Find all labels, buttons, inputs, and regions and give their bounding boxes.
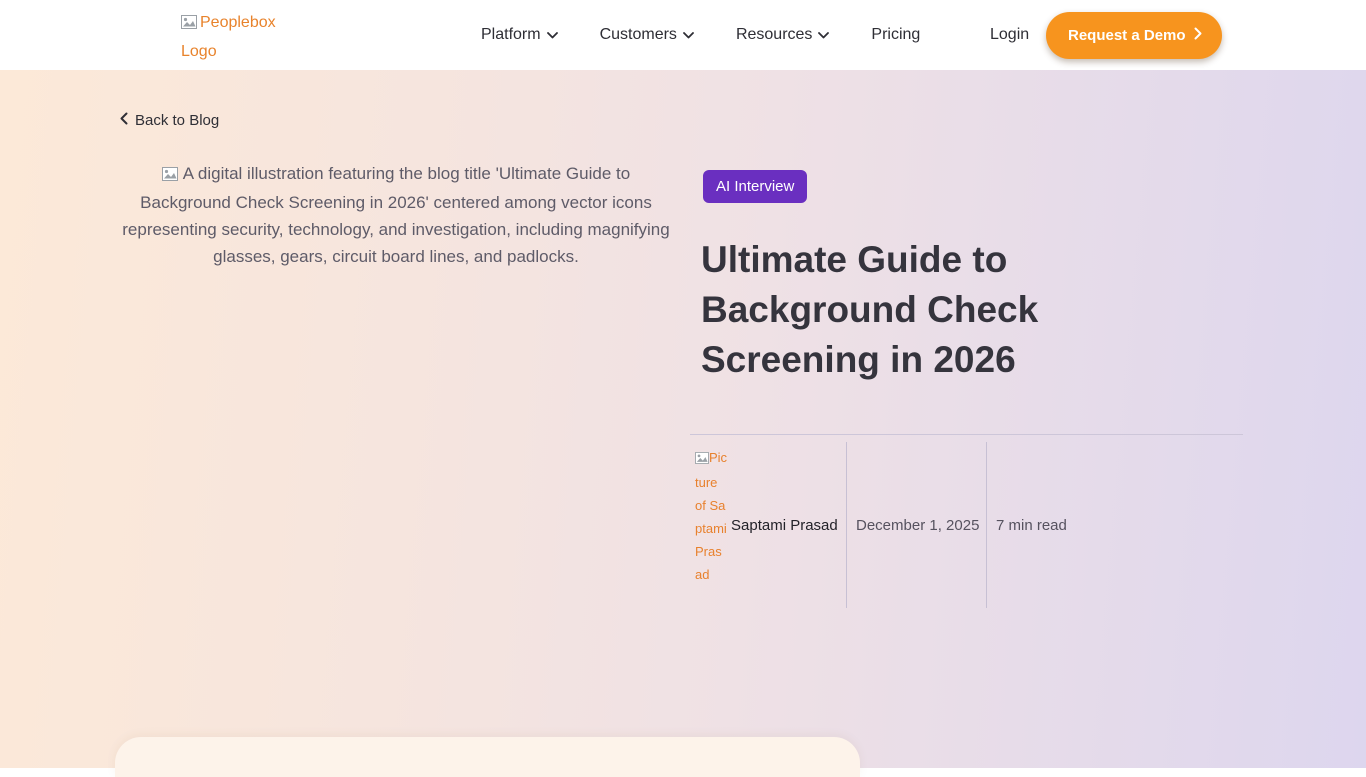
nav-item-platform[interactable]: Platform	[481, 26, 558, 44]
request-demo-button[interactable]: Request a Demo	[1046, 12, 1222, 59]
nav-item-pricing[interactable]: Pricing	[871, 26, 920, 44]
nav-label: Resources	[736, 26, 812, 44]
author-name-label: Saptami Prasad	[731, 517, 838, 534]
nav-item-resources[interactable]: Resources	[736, 26, 829, 44]
hero-image-alt-text: A digital illustration featuring the blo…	[122, 164, 669, 266]
blog-post-page: Peoplebox Logo Platform Customers Resour…	[0, 0, 1366, 768]
hero-image-broken: A digital illustration featuring the blo…	[118, 160, 674, 270]
author-avatar-broken: Picture of Saptami Prasad	[690, 442, 730, 608]
back-to-blog-link[interactable]: Back to Blog	[120, 112, 219, 129]
broken-image-icon	[695, 452, 709, 467]
nav-item-customers[interactable]: Customers	[600, 26, 694, 44]
nav-label: Pricing	[871, 26, 920, 44]
horizontal-divider	[690, 434, 1243, 435]
chevron-down-icon	[547, 26, 558, 44]
read-time: 7 min read	[986, 442, 1096, 608]
article-content-card	[115, 737, 860, 777]
top-navigation-bar: Peoplebox Logo Platform Customers Resour…	[0, 0, 1366, 70]
read-time-label: 7 min read	[996, 517, 1067, 534]
login-label: Login	[990, 26, 1029, 44]
author-avatar-alt-text: Picture of Saptami Prasad	[695, 450, 727, 582]
nav-label: Customers	[600, 26, 677, 44]
main-nav: Platform Customers Resources Pricing	[481, 0, 920, 70]
demo-button-label: Request a Demo	[1068, 27, 1186, 44]
article-hero-section: Back to Blog A digital illustration feat…	[0, 70, 1366, 768]
chevron-down-icon	[683, 26, 694, 44]
chevron-right-icon	[1194, 27, 1202, 44]
author-name: Saptami Prasad	[730, 442, 846, 608]
post-date-label: December 1, 2025	[856, 517, 979, 534]
login-link[interactable]: Login	[990, 0, 1029, 70]
category-badge-label: AI Interview	[716, 178, 794, 195]
chevron-left-icon	[120, 112, 128, 129]
chevron-down-icon	[818, 26, 829, 44]
back-to-blog-label: Back to Blog	[135, 112, 219, 129]
page-title: Ultimate Guide to Background Check Scree…	[701, 235, 1101, 385]
logo-link[interactable]: Peoplebox Logo	[181, 9, 293, 65]
broken-image-icon	[162, 166, 178, 185]
category-badge[interactable]: AI Interview	[703, 170, 807, 203]
post-date: December 1, 2025	[846, 442, 986, 608]
broken-image-icon	[181, 16, 197, 33]
nav-label: Platform	[481, 26, 541, 44]
author-meta-row: Picture of Saptami Prasad Saptami Prasad…	[690, 442, 1250, 608]
